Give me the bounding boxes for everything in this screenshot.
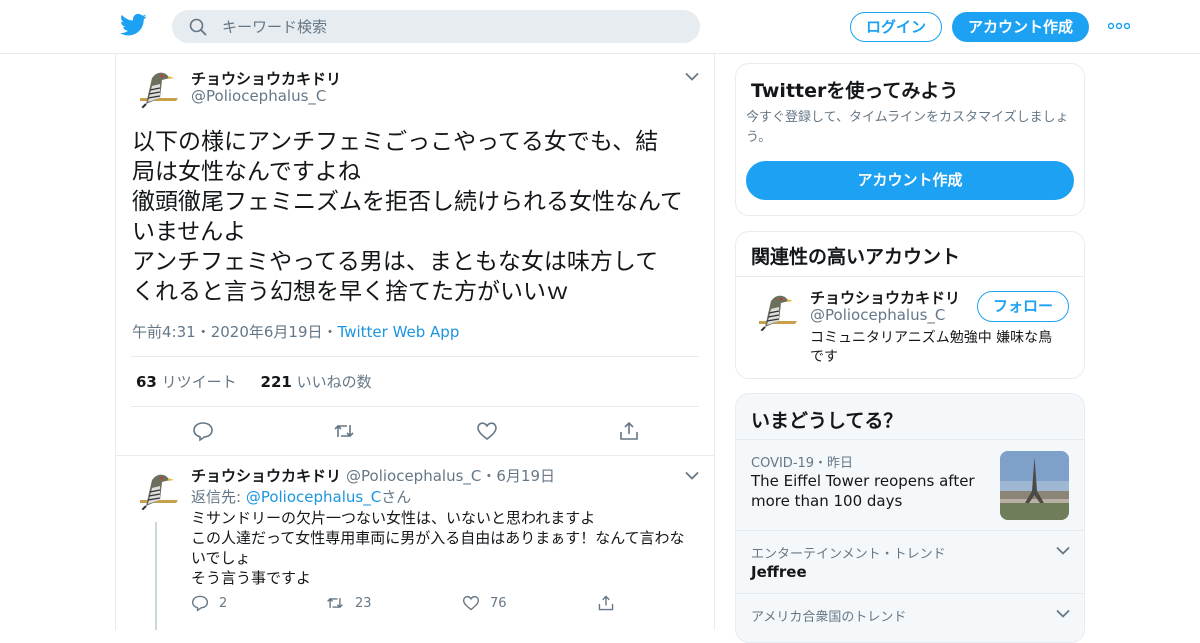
divider bbox=[736, 276, 1084, 277]
reply-count[interactable]: 2 bbox=[219, 596, 227, 611]
reply-to: 返信先: @Poliocephalus_Cさん bbox=[191, 486, 411, 507]
avatar[interactable] bbox=[132, 466, 180, 514]
like-label[interactable]: いいねの数 bbox=[297, 373, 372, 391]
tweet-stats: 63 リツイート 221 いいねの数 bbox=[136, 371, 372, 392]
retweet-icon[interactable] bbox=[333, 420, 355, 442]
card-title: Twitterを使ってみよう bbox=[751, 80, 959, 102]
card-title: いまどうしてる？ bbox=[751, 410, 903, 432]
reply-author-handle[interactable]: @Poliocephalus_C・6月19日 bbox=[346, 465, 555, 486]
share-icon[interactable] bbox=[597, 594, 615, 612]
eiffel-tower-thumbnail bbox=[1000, 451, 1069, 520]
tweet-date[interactable]: 2020年6月19日 bbox=[211, 323, 323, 341]
retweet-icon[interactable] bbox=[326, 594, 344, 612]
reply-text: ミサンドリーの欠片一つない女性は、いないと思われますよ この人達だって女性専用車… bbox=[191, 508, 701, 588]
trend-title: The Eiffel Tower reopens after more than… bbox=[751, 472, 975, 510]
trend-category: COVID-19・昨日 bbox=[751, 456, 854, 471]
trend-item[interactable]: エンターテインメント・トレンド Jeffree bbox=[736, 530, 1084, 593]
tweet-time[interactable]: 午前4:31 bbox=[132, 323, 196, 341]
like-count[interactable]: 76 bbox=[490, 596, 507, 611]
chevron-down-icon[interactable] bbox=[1056, 609, 1070, 618]
tweet-meta: 午前4:31・2020年6月19日・Twitter Web App bbox=[132, 321, 459, 342]
related-accounts-card: 関連性の高いアカウント チョウショウカキドリ @Poliocephalus_C … bbox=[735, 231, 1085, 379]
card-description: 今すぐ登録して、タイムラインをカスタマイズしましょう。 bbox=[746, 110, 1069, 145]
top-bar: ログイン アカウント作成 bbox=[0, 0, 1200, 54]
tweet-text-line: 徹頭徹尾フェミニズムを拒否し続けられる女性なんて bbox=[132, 189, 683, 215]
retweet-count[interactable]: 23 bbox=[355, 596, 372, 611]
bird-avatar-icon bbox=[758, 295, 797, 334]
divider bbox=[131, 406, 699, 407]
divider bbox=[116, 455, 714, 456]
tweet-text-line: くれると言う幻想を早く捨てた方がいいｗ bbox=[132, 279, 569, 305]
reply-date[interactable]: ・6月19日 bbox=[481, 467, 555, 485]
account-handle[interactable]: @Poliocephalus_C bbox=[810, 306, 945, 324]
search-box[interactable] bbox=[172, 10, 700, 43]
reply-text-line: この人達だって女性専用車両に男が入る自由はありまぁす！なんて言わな bbox=[191, 529, 685, 547]
reply-to-suffix: さん bbox=[381, 488, 412, 506]
tweet-text: 以下の様にアンチフェミごっこやってる女でも、結 局は女性なんですよね 徹頭徹尾フ… bbox=[132, 127, 702, 307]
reply-author-name[interactable]: チョウショウカキドリ bbox=[191, 465, 341, 486]
trend-category: アメリカ合衆国のトレンド bbox=[751, 610, 907, 625]
tweet-text-line: アンチフェミやってる男は、まともな女は味方して bbox=[132, 249, 659, 275]
bird-avatar-icon bbox=[139, 72, 178, 111]
tweet-author-name[interactable]: チョウショウカキドリ bbox=[191, 68, 341, 89]
trends-card: いまどうしてる？ COVID-19・昨日 The Eiffel Tower re… bbox=[735, 393, 1085, 643]
more-icon[interactable] bbox=[1108, 22, 1130, 30]
reply-icon[interactable] bbox=[192, 420, 214, 442]
tweet-column: チョウショウカキドリ @Poliocephalus_C 以下の様にアンチフェミご… bbox=[115, 54, 715, 630]
separator: ・ bbox=[322, 323, 338, 341]
like-icon[interactable] bbox=[462, 594, 480, 612]
retweet-count[interactable]: 63 bbox=[136, 373, 157, 391]
account-bio: コミュニタリアニズム勉強中 嫌味な鳥です bbox=[810, 330, 1053, 365]
follow-button[interactable]: フォロー bbox=[977, 291, 1069, 322]
login-button[interactable]: ログイン bbox=[850, 12, 942, 42]
search-icon bbox=[189, 18, 207, 36]
tweet-author-handle[interactable]: @Poliocephalus_C bbox=[191, 87, 326, 105]
reply-icon[interactable] bbox=[191, 594, 209, 612]
reply-text-line: ミサンドリーの欠片一つない女性は、いないと思われますよ bbox=[191, 509, 596, 527]
chevron-down-icon[interactable] bbox=[685, 72, 699, 81]
tweet-text-line: 以下の様にアンチフェミごっこやってる女でも、結 bbox=[132, 129, 659, 155]
reply-text-line: いでしょ bbox=[191, 549, 251, 567]
twitter-bird-icon[interactable] bbox=[120, 13, 147, 37]
trend-category: エンターテインメント・トレンド bbox=[751, 547, 946, 562]
card-title: 関連性の高いアカウント bbox=[751, 246, 961, 268]
avatar[interactable] bbox=[751, 287, 799, 335]
tweet-text-line: 局は女性なんですよね bbox=[132, 159, 361, 185]
reply-to-handle[interactable]: @Poliocephalus_C bbox=[246, 488, 381, 506]
create-account-button[interactable]: アカウント作成 bbox=[746, 161, 1074, 200]
trend-item[interactable]: COVID-19・昨日 The Eiffel Tower reopens aft… bbox=[736, 439, 1084, 530]
chevron-down-icon[interactable] bbox=[1056, 546, 1070, 555]
trend-title: Jeffree bbox=[751, 563, 807, 581]
separator: ・ bbox=[195, 323, 211, 341]
share-icon[interactable] bbox=[618, 420, 640, 442]
like-icon[interactable] bbox=[476, 420, 498, 442]
tweet-text-line: いませんよ bbox=[132, 219, 247, 245]
thread-line bbox=[155, 522, 157, 630]
try-twitter-card: Twitterを使ってみよう 今すぐ登録して、タイムラインをカスタマイズしましょ… bbox=[735, 63, 1085, 216]
signup-button[interactable]: アカウント作成 bbox=[952, 12, 1089, 42]
reply-handle-text[interactable]: @Poliocephalus_C bbox=[346, 467, 481, 485]
trend-item[interactable]: アメリカ合衆国のトレンド bbox=[736, 593, 1084, 642]
search-input[interactable] bbox=[222, 10, 682, 43]
like-count[interactable]: 221 bbox=[261, 373, 292, 391]
chevron-down-icon[interactable] bbox=[685, 471, 699, 480]
divider bbox=[131, 356, 699, 357]
bird-avatar-icon bbox=[139, 474, 178, 513]
account-name[interactable]: チョウショウカキドリ bbox=[810, 287, 960, 308]
retweet-label[interactable]: リツイート bbox=[162, 373, 237, 391]
avatar[interactable] bbox=[132, 64, 180, 112]
tweet-source-app[interactable]: Twitter Web App bbox=[338, 323, 460, 341]
reply-to-prefix: 返信先: bbox=[191, 488, 246, 506]
reply-text-line: そう言う事ですよ bbox=[191, 569, 312, 587]
